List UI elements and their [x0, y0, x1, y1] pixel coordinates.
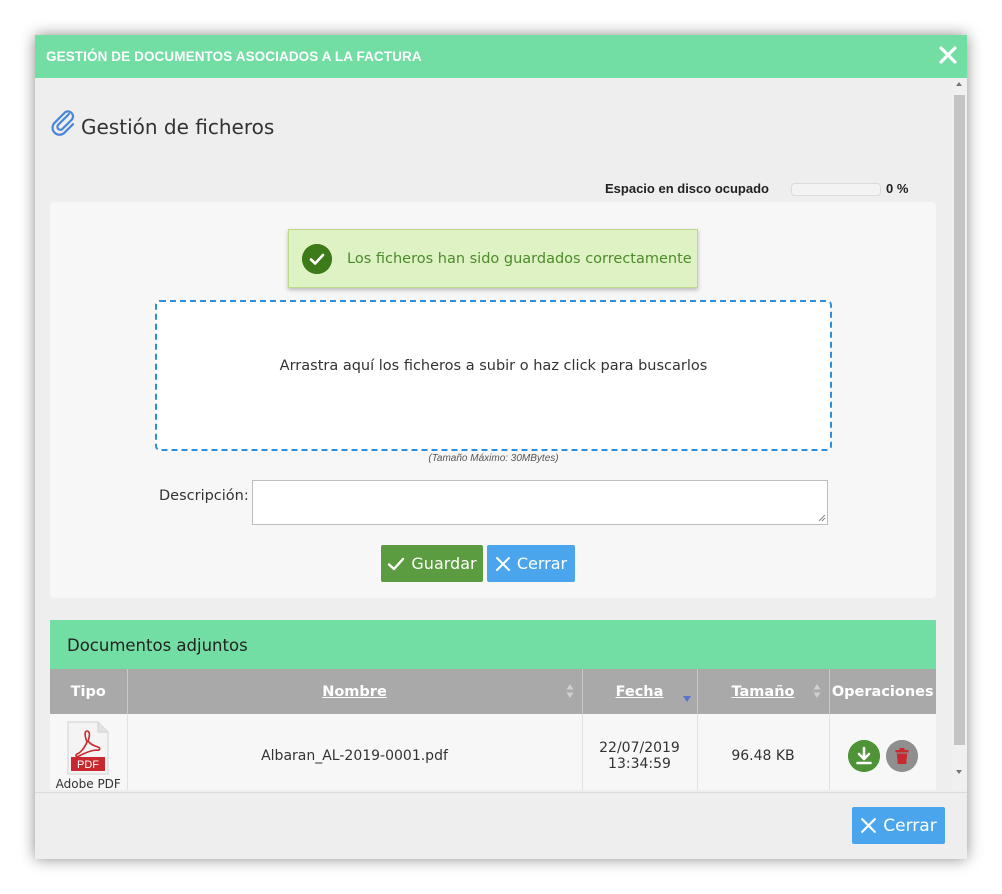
- success-alert: Los ficheros han sido guardados correcta…: [288, 229, 698, 288]
- close-icon: [861, 818, 877, 833]
- check-circle-icon: [302, 244, 332, 274]
- resize-grip-icon[interactable]: [818, 514, 826, 522]
- success-alert-message: Los ficheros han sido guardados correcta…: [347, 251, 692, 267]
- modal-footer: Cerrar: [35, 792, 967, 859]
- disk-space-label: Espacio en disco ocupado: [605, 181, 769, 196]
- modal-body: Gestión de ficheros Espacio en disco ocu…: [35, 78, 967, 790]
- file-name-cell: Albaran_AL-2019-0001.pdf: [127, 714, 583, 790]
- file-operations-cell: [829, 714, 936, 790]
- sort-both-icon: [813, 684, 820, 698]
- disk-space-percent: 0 %: [886, 181, 909, 196]
- file-name: Albaran_AL-2019-0001.pdf: [261, 748, 448, 765]
- attached-documents-title: Documentos adjuntos: [67, 636, 248, 655]
- description-label: Descripción:: [159, 488, 249, 504]
- modal-title: GESTIÓN DE DOCUMENTOS ASOCIADOS A LA FAC…: [46, 49, 422, 64]
- footer-close-button[interactable]: Cerrar: [852, 807, 945, 844]
- sort-desc-icon: [682, 696, 691, 702]
- footer-close-label: Cerrar: [883, 815, 937, 836]
- file-dropzone[interactable]: Arrastra aquí los ficheros a subir o haz…: [155, 300, 832, 451]
- pdf-icon-label: PDF: [77, 759, 99, 771]
- page-title: Gestión de ficheros: [81, 115, 275, 139]
- file-size-cell: 96.48 KB: [697, 714, 830, 790]
- scroll-up-icon[interactable]: [956, 82, 962, 86]
- column-header-tipo: Tipo: [50, 669, 128, 714]
- attached-documents-header: Documentos adjuntos: [50, 620, 936, 669]
- file-date-cell: 22/07/2019 13:34:59: [582, 714, 698, 790]
- cancel-button-label: Cerrar: [516, 554, 568, 573]
- documents-modal: GESTIÓN DE DOCUMENTOS ASOCIADOS A LA FAC…: [35, 35, 967, 859]
- file-date: 22/07/2019: [599, 740, 680, 757]
- file-type-caption: Adobe PDF: [55, 777, 121, 790]
- disk-space-progress: [791, 183, 881, 196]
- column-header-nombre[interactable]: Nombre: [127, 669, 583, 714]
- scroll-down-icon[interactable]: [956, 770, 962, 774]
- close-icon: [495, 556, 510, 571]
- pdf-file-icon: PDF: [67, 721, 109, 775]
- column-header-tamano[interactable]: Tamaño: [697, 669, 830, 714]
- attached-documents-table: Tipo Nombre Fecha Tamaño Operaciones PDF…: [50, 669, 936, 790]
- max-size-note: (Tamaño Máximo: 30MBytes): [428, 453, 559, 464]
- description-field[interactable]: [252, 480, 828, 525]
- save-button-label: Guardar: [411, 554, 477, 573]
- trash-icon[interactable]: [885, 740, 918, 773]
- upload-panel: Los ficheros han sido guardados correcta…: [50, 202, 936, 598]
- column-label: Operaciones: [831, 683, 934, 700]
- sort-both-icon: [566, 684, 573, 698]
- column-header-fecha[interactable]: Fecha: [582, 669, 698, 714]
- vertical-scrollbar[interactable]: [952, 78, 967, 790]
- column-label[interactable]: Nombre: [322, 684, 387, 700]
- column-header-operaciones: Operaciones: [829, 669, 936, 714]
- column-label[interactable]: Tamaño: [732, 684, 795, 700]
- download-icon[interactable]: [847, 740, 880, 773]
- table-header-row: Tipo Nombre Fecha Tamaño Operaciones: [50, 669, 936, 714]
- column-label: Tipo: [70, 683, 106, 700]
- scrollbar-thumb[interactable]: [954, 95, 965, 745]
- truncated-footnote: [50, 781, 54, 790]
- dropzone-text: Arrastra aquí los ficheros a subir o haz…: [279, 358, 708, 374]
- table-row: PDF Adobe PDF Albaran_AL-2019-0001.pdf 2…: [50, 714, 936, 790]
- cancel-button[interactable]: Cerrar: [487, 545, 575, 582]
- modal-header: GESTIÓN DE DOCUMENTOS ASOCIADOS A LA FAC…: [35, 35, 967, 78]
- paperclip-icon: [51, 110, 75, 136]
- save-button[interactable]: Guardar: [381, 545, 483, 582]
- check-icon: [388, 557, 405, 570]
- file-size: 96.48 KB: [731, 748, 795, 765]
- file-type-cell: PDF Adobe PDF: [50, 714, 128, 790]
- file-time: 13:34:59: [608, 756, 671, 773]
- column-label[interactable]: Fecha: [616, 684, 664, 700]
- close-icon[interactable]: [937, 44, 959, 66]
